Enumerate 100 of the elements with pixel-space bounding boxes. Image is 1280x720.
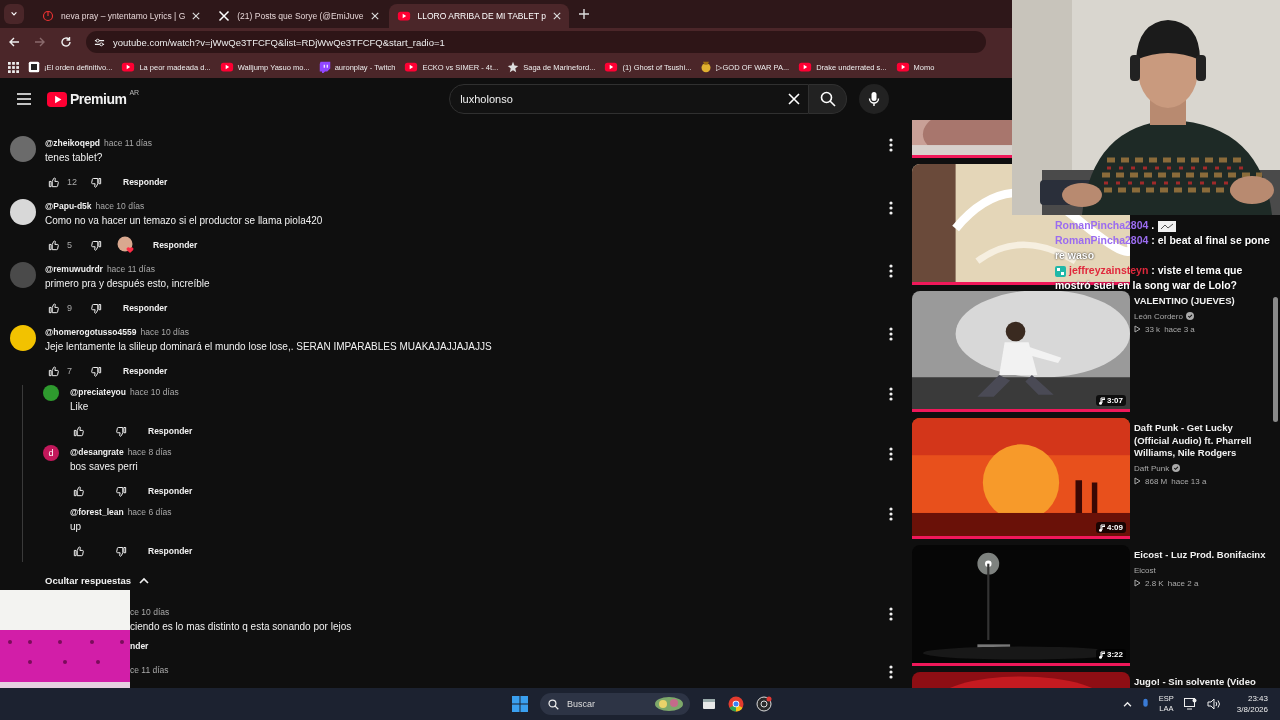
thumbs-up-icon [72,424,86,438]
comment-time: hace 10 días [130,387,179,397]
clock-time[interactable]: 23:43 [1247,693,1268,704]
window-app-icon[interactable] [702,697,716,711]
user-avatar[interactable]: d [43,445,59,461]
comment-text: Jeje lentamente la slileup dominará el mundo lose lose,. SERAN IMPARABLES MUAKAJAJJAJAJJS [45,340,493,354]
clear-icon[interactable] [788,93,801,105]
channel-name[interactable]: Eicost [1134,565,1156,575]
forward-icon[interactable] [34,36,46,48]
browser-tab[interactable]: (21) Posts que Sorye (@EmiJuve [210,4,387,28]
video-title[interactable]: VALENTINO (JUEVES) [1134,295,1269,308]
browser-tab[interactable]: LLORO ARRIBA DE MI TABLET p [388,4,570,28]
page-icon [28,61,40,73]
apps-grid-icon[interactable] [8,61,19,73]
reply-button[interactable]: Responder [115,173,176,191]
more-options-icon[interactable] [888,447,894,461]
thumbs-down-icon [89,364,103,378]
taskbar-search-field[interactable]: Buscar [540,693,690,715]
voice-search-button[interactable] [859,84,890,114]
play-icon [1134,325,1141,333]
comment-author[interactable]: @desangrate [70,447,124,457]
user-avatar[interactable] [10,325,36,351]
play-icon [1134,579,1141,587]
scrollbar-thumb[interactable] [1273,297,1278,422]
thumbs-down-icon [89,175,103,189]
x-logo-icon [218,10,231,22]
youtube-icon [396,9,411,23]
comment-time: hace 10 días [140,327,190,337]
medal-icon [700,61,713,73]
thumbs-up-icon [47,301,61,315]
more-options-icon[interactable] [888,264,894,278]
search-field[interactable]: luxholonso [449,84,810,114]
reply-button[interactable]: nder [130,637,157,655]
comment-time: hace 8 días [127,447,172,457]
view-count: 868 M [1145,476,1168,486]
music-note-icon [1099,396,1105,405]
upload-age: hace 13 a [1171,476,1207,486]
back-icon[interactable] [8,36,20,48]
close-icon [553,12,562,20]
more-options-icon[interactable] [888,607,894,621]
video-title[interactable]: Daft Punk - Get Lucky (Official Audio) ft. Pharrell Williams, Nile Rodgers [1134,422,1269,460]
more-options-icon[interactable] [888,327,894,341]
windows-start-icon[interactable] [512,696,528,712]
comment-author[interactable]: @forest_lean [70,507,124,517]
comment-author[interactable]: @remuwudrdr [45,264,103,274]
reply-button[interactable]: Responder [115,362,176,380]
tab-title: neva pray – yntentamo Lyrics | G [61,11,186,21]
hide-replies-button[interactable]: Ocultar respuestas [45,568,150,592]
browser-tab[interactable]: neva pray – yntentamo Lyrics | G [34,4,209,28]
music-note-icon [1099,650,1105,659]
video-title[interactable]: Eicost - Luz Prod. Bonifacinx [1134,549,1269,562]
view-count: 33 k [1145,324,1161,334]
site-settings-icon [94,36,105,48]
video-title[interactable]: Jugo! - Sin solvente (Video [1134,676,1269,688]
search-placeholder: Buscar [567,699,596,709]
like-count: 9 [67,303,73,313]
tab-search-button[interactable] [4,4,24,24]
thumbs-up-icon [47,364,61,378]
search-button[interactable] [809,84,848,114]
thumbs-down-icon [114,544,128,558]
reload-icon[interactable] [60,36,72,48]
tab-title: LLORO ARRIBA DE MI TABLET p [417,11,547,21]
duration-text: 3:22 [1107,650,1123,659]
close-icon [370,12,379,20]
chrome-icon[interactable] [728,696,744,712]
clock-date[interactable]: 3/8/2026 [1236,704,1268,715]
speaker-icon[interactable] [1206,698,1221,710]
comment-time: ce 10 días [130,607,170,617]
network-icon[interactable] [1183,698,1197,710]
twitch-icon [318,61,331,73]
reply-button[interactable]: Responder [115,299,176,317]
menu-icon[interactable] [17,93,31,105]
user-avatar[interactable] [10,199,36,225]
comment-author[interactable]: @Papu-d5k [45,201,92,211]
comment-text: Como no va hacer un temazo si el productor se llama piola420 [45,214,324,228]
comment-time: hace 11 días [106,264,155,274]
comment-author[interactable]: @preciateyou [70,387,126,397]
reply-button[interactable]: Responder [145,236,206,254]
chevron-up-icon[interactable] [1122,701,1132,707]
search-input[interactable]: luxholonso [460,93,789,105]
microphone-icon[interactable] [1141,698,1149,710]
url-text: youtube.com/watch?v=jWwQe3TFCFQ&list=RDjWwQe3TFCFQ&start_radio=1 [113,36,445,48]
comment-author[interactable]: @homerogotusso4559 [45,327,137,337]
reply-button[interactable]: Responder [140,422,201,440]
more-options-icon[interactable] [888,507,894,521]
star-icon [507,61,520,73]
recording-app-icon[interactable] [756,696,772,712]
comment-time: hace 10 días [95,201,145,211]
reply-button[interactable]: Responder [140,542,201,560]
reply-button[interactable]: Responder [140,482,201,500]
channel-name[interactable]: León Cordero [1134,311,1183,321]
channel-name[interactable]: Daft Punk [1134,463,1170,473]
comment-author[interactable]: @zheikoqepd [45,138,101,148]
more-options-icon[interactable] [888,387,894,401]
thumbs-up-icon [72,484,86,498]
more-options-icon[interactable] [888,201,894,215]
more-options-icon[interactable] [888,138,894,152]
thumbs-down-icon [89,238,103,252]
address-bar[interactable]: youtube.com/watch?v=jWwQe3TFCFQ&list=RDjWwQe3TFCFQ&start_radio=1 [86,31,986,53]
more-options-icon[interactable] [888,665,894,679]
